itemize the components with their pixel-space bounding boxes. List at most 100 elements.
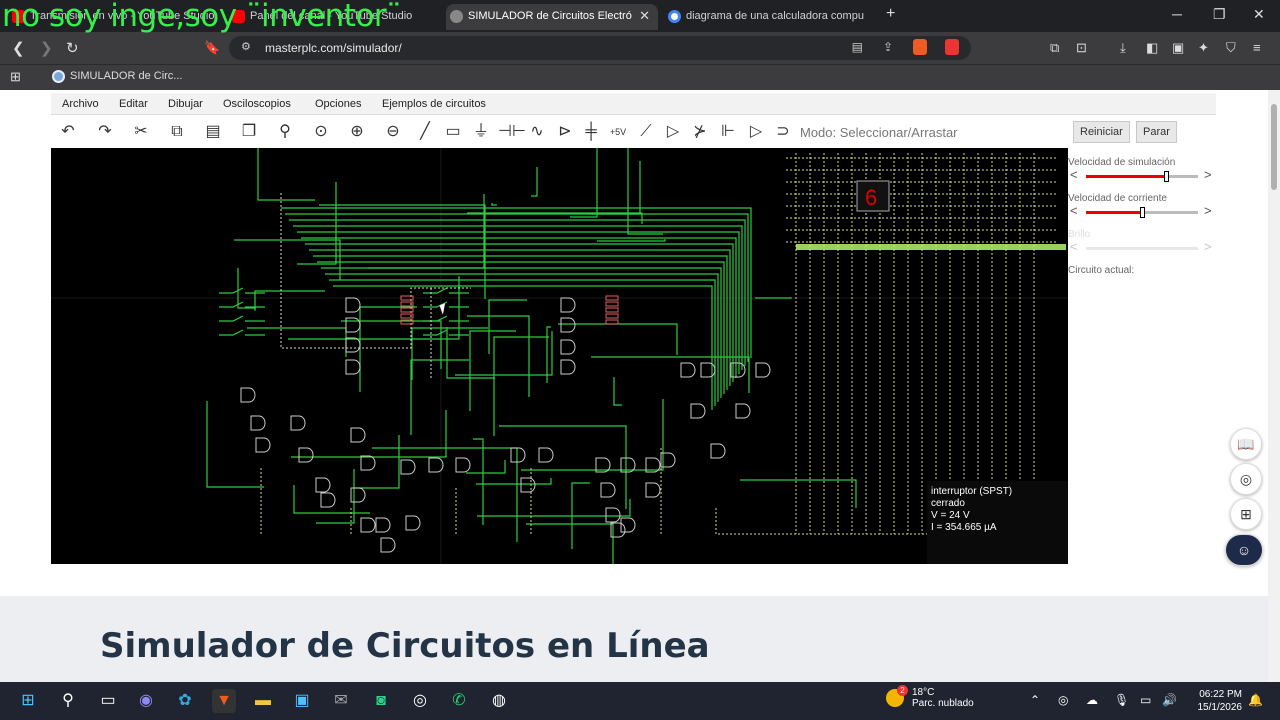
reader-icon[interactable]: ▤ [852, 40, 863, 54]
slider-knob[interactable] [1140, 207, 1145, 218]
bookmarks-bar: ⊞ SIMULADOR de Circ... [0, 64, 1280, 90]
and-gate-icon[interactable]: ⊃ [772, 122, 794, 142]
url-field[interactable]: ⚙ masterplc.com/simulador/ ▤ ⇪ [229, 36, 971, 60]
capacitor-icon[interactable]: ⊣⊢ [498, 122, 526, 142]
mail-icon[interactable]: ✉ [329, 689, 353, 713]
reset-button[interactable]: Reiniciar [1073, 121, 1130, 143]
duplicate-icon[interactable]: ❐ [238, 122, 260, 142]
transistor-icon[interactable]: ⊁ [689, 122, 711, 142]
paste-icon[interactable]: ▤ [202, 122, 224, 142]
inverter-icon[interactable]: ▷ [745, 122, 767, 142]
wire-icon[interactable]: ╱ [414, 122, 436, 142]
share-icon[interactable]: ⇪ [883, 40, 893, 54]
extensions-icon[interactable]: ⧉ [1050, 40, 1059, 56]
back-icon[interactable]: ❮ [12, 39, 25, 57]
obs-tray-icon[interactable]: ◎ [1058, 693, 1068, 707]
vpn-icon[interactable]: ⛉ [1226, 40, 1236, 56]
chevron-up-icon[interactable]: ⌃ [1030, 693, 1040, 707]
voltage-source-icon[interactable]: +5V [607, 122, 629, 142]
scrollbar-thumb[interactable] [1271, 104, 1277, 190]
current-speed-slider[interactable]: < > [1068, 203, 1216, 218]
switch-icon[interactable]: ⟋ [635, 122, 657, 142]
forward-icon[interactable]: ❯ [40, 39, 53, 57]
whatsapp-icon[interactable]: ✆ [447, 689, 471, 713]
cloud-icon[interactable]: ☁ [1086, 693, 1098, 707]
bookmark-simulador[interactable]: SIMULADOR de Circ... [52, 70, 182, 83]
menu-ejemplos[interactable]: Ejemplos de circuitos [382, 98, 486, 110]
sim-speed-slider[interactable]: < > [1068, 167, 1216, 182]
and-gate [710, 443, 726, 459]
task-view-icon[interactable]: ▭ [96, 689, 120, 713]
menu-opciones[interactable]: Opciones [315, 98, 361, 110]
undo-icon[interactable]: ↶ [57, 122, 79, 142]
reload-icon[interactable]: ↻ [66, 39, 79, 57]
app-icon[interactable]: ◙ [369, 689, 393, 713]
notification-bell-icon[interactable]: 🔔 [1248, 693, 1263, 707]
network-icon[interactable]: ▭ [1140, 693, 1151, 707]
weather-badge: 2 [897, 685, 908, 696]
chat-icon[interactable]: ◉ [134, 689, 158, 713]
sidebar-icon[interactable]: ◧ [1146, 40, 1158, 56]
increase-icon[interactable]: > [1204, 203, 1212, 218]
chrome-icon[interactable]: ◍ [487, 689, 511, 713]
leo-icon[interactable]: ✦ [1198, 40, 1209, 56]
apps-icon[interactable]: ⊞ [1230, 498, 1262, 530]
search-icon[interactable]: ⚲ [56, 689, 80, 713]
menu-icon[interactable]: ≡ [1253, 40, 1261, 55]
copy-icon[interactable]: ⧉ [166, 122, 188, 142]
maximize-icon[interactable]: ❐ [1213, 6, 1226, 23]
microphone-icon[interactable]: 🎙 [1114, 693, 1129, 707]
brave-shield-icon[interactable] [913, 39, 927, 55]
site-info-icon[interactable]: ⚙ [241, 40, 251, 53]
brain-icon[interactable]: ◎ [1230, 463, 1262, 495]
increase-icon[interactable]: > [1204, 167, 1212, 182]
zoom-icon[interactable]: ⚲ [274, 122, 296, 142]
new-tab-icon[interactable]: + [886, 5, 895, 23]
minimize-icon[interactable]: ─ [1172, 6, 1182, 22]
diode-icon[interactable]: ⊳ [554, 122, 576, 142]
wallet-icon[interactable]: ▣ [1172, 40, 1184, 56]
system-clock[interactable]: 06:22 PM 15/1/2026 [1190, 688, 1243, 714]
screenshot-icon[interactable]: ⊡ [1076, 40, 1087, 56]
redo-icon[interactable]: ↷ [94, 122, 116, 142]
menu-archivo[interactable]: Archivo [62, 98, 99, 110]
menu-editar[interactable]: Editar [119, 98, 148, 110]
stop-button[interactable]: Parar [1136, 121, 1177, 143]
zoom-fit-icon[interactable]: ⊙ [310, 122, 332, 142]
buffer-icon[interactable]: ▷ [662, 122, 684, 142]
scissors-icon[interactable]: ✂ [130, 122, 152, 142]
obs-icon[interactable]: ◎ [408, 689, 432, 713]
decrease-icon[interactable]: < [1070, 203, 1078, 218]
battery-icon[interactable]: ╪ [580, 122, 602, 142]
weather-widget[interactable]: 2 18°C Parc. nublado [886, 685, 974, 709]
menu-osciloscopios[interactable]: Osciloscopios [223, 98, 291, 110]
copilot-icon[interactable]: ✿ [173, 689, 197, 713]
zoom-out-icon[interactable]: ⊖ [382, 122, 404, 142]
chatbot-icon[interactable]: ☺ [1225, 534, 1263, 566]
tab-google-diagrama[interactable]: diagrama de una calculadora compu [664, 4, 876, 30]
download-icon[interactable]: ⤓ [1120, 40, 1126, 56]
menu-dibujar[interactable]: Dibujar [168, 98, 203, 110]
zoom-in-icon[interactable]: ⊕ [346, 122, 368, 142]
brave-rewards-icon[interactable] [945, 39, 959, 55]
brave-icon[interactable]: ▼ [212, 689, 236, 713]
circuit-canvas[interactable]: 6 interruptor (SPST) cerrado V = 24 V I … [51, 148, 1068, 564]
bookmark-icon[interactable]: 🔖 [204, 40, 220, 56]
led [605, 301, 619, 307]
slider-knob[interactable] [1163, 171, 1169, 182]
resistor-icon[interactable]: ▭ [442, 122, 464, 142]
store-icon[interactable]: ▣ [290, 689, 314, 713]
volume-icon[interactable]: 🔊 [1162, 693, 1177, 707]
page-scrollbar[interactable] [1268, 90, 1280, 682]
tab-simulador[interactable]: SIMULADOR de Circuitos Electró ✕ [446, 4, 658, 30]
close-window-icon[interactable]: ✕ [1253, 6, 1265, 23]
apps-grid-icon[interactable]: ⊞ [10, 69, 21, 85]
ground-icon[interactable]: ⏚ [470, 122, 492, 142]
decrease-icon[interactable]: < [1070, 167, 1078, 182]
mosfet-icon[interactable]: ⊩ [717, 122, 739, 142]
close-tab-icon[interactable]: ✕ [639, 8, 650, 24]
file-explorer-icon[interactable]: ▬ [251, 689, 275, 713]
inductor-icon[interactable]: ∿ [526, 122, 548, 142]
windows-start-icon[interactable]: ⊞ [16, 689, 40, 713]
book-icon[interactable]: 📖 [1230, 428, 1262, 460]
